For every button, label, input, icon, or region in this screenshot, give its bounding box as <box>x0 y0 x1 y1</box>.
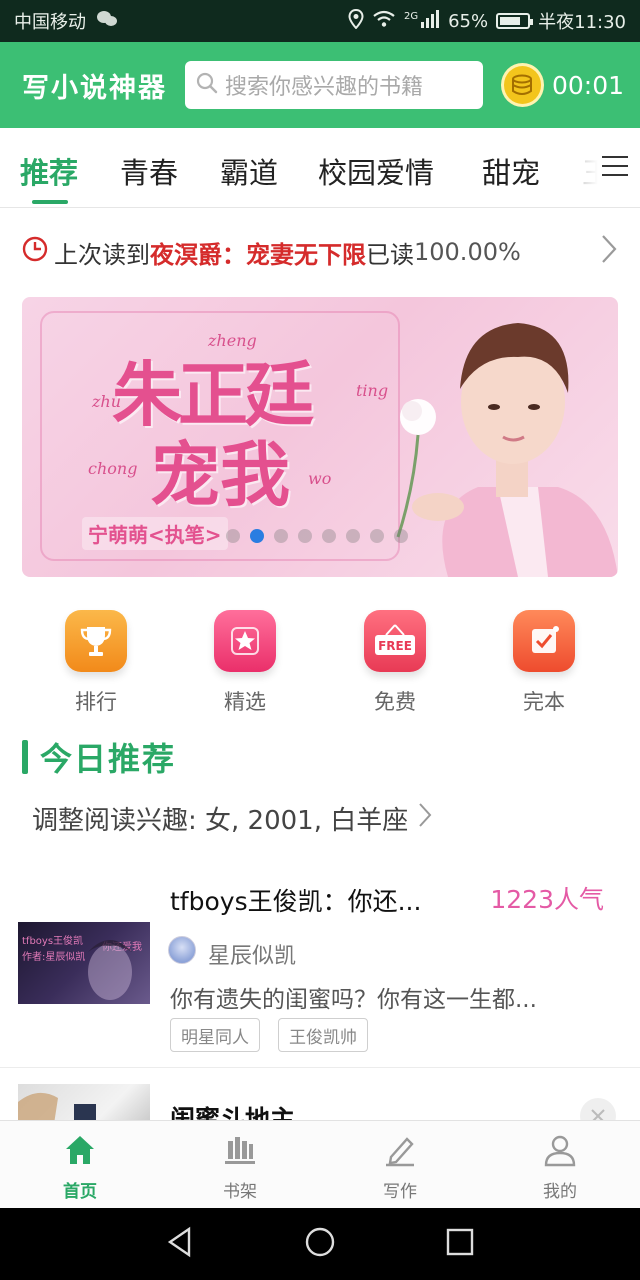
banner-title-line2: 宠我 <box>150 433 290 516</box>
section-title: 今日推荐 <box>22 734 176 780</box>
book-author: 星辰似凯 <box>208 944 297 969</box>
coin-timer-icon[interactable] <box>500 63 544 107</box>
carrier-label: 中国移动 <box>14 12 86 33</box>
quick-entry-label: 排行 <box>75 690 117 714</box>
wechat-icon <box>96 10 118 33</box>
banner-pinyin: chong <box>88 459 138 478</box>
user-icon <box>543 1133 577 1171</box>
reading-timer: 00:01 <box>551 70 624 100</box>
chevron-right-icon <box>600 233 618 271</box>
last-read-percent: 100.00% <box>414 238 521 266</box>
app-title: 写小说神器 <box>22 72 167 104</box>
search-input[interactable]: 搜索你感兴趣的书籍 <box>185 61 483 109</box>
quick-entry-label: 完本 <box>523 690 565 714</box>
promo-banner[interactable]: 朱正廷 宠我 zhu zheng ting chong wo 宁萌萌<执笔> <box>22 297 618 577</box>
home-icon <box>63 1133 97 1171</box>
pagination-dot[interactable] <box>322 529 336 543</box>
last-read-prefix: 上次读到 <box>54 240 150 269</box>
book-description: 你有遗失的闺蜜吗？你有这一生都... <box>170 987 537 1013</box>
nav-label: 书架 <box>223 1182 257 1202</box>
chevron-right-icon <box>418 802 432 835</box>
pagination-dot[interactable] <box>226 529 240 543</box>
book-list-item[interactable]: tfboys王俊凯 作者:星辰似凯 你还爱我 tfboys王俊凯：你还... 1… <box>0 868 640 1068</box>
quick-entry-label: 免费 <box>374 690 416 714</box>
adjust-interest-link[interactable]: 调整阅读兴趣: 女, 2001, 白羊座 <box>32 800 432 837</box>
free-sign-icon: FREE <box>364 610 426 672</box>
search-placeholder: 搜索你感兴趣的书籍 <box>225 75 424 100</box>
last-read-bar[interactable]: 上次读到 夜溟爵：宠妻无下限 已读 100.00% <box>0 222 640 282</box>
banner-pagination <box>226 529 408 543</box>
signal-icon <box>420 9 440 33</box>
book-tag[interactable]: 明星同人 <box>170 1018 260 1052</box>
interest-text: 调整阅读兴趣: 女, 2001, 白羊座 <box>32 806 409 836</box>
pencil-icon <box>383 1133 417 1171</box>
pagination-dot[interactable] <box>298 529 312 543</box>
author-avatar <box>168 936 196 964</box>
battery-icon <box>496 13 534 29</box>
nav-profile[interactable]: 我的 <box>480 1121 640 1208</box>
nav-bookshelf[interactable]: 书架 <box>160 1121 320 1208</box>
location-icon <box>348 8 364 34</box>
last-read-suffix: 已读 <box>366 240 414 269</box>
book-title: tfboys王俊凯：你还... <box>170 887 422 916</box>
status-bar: 中国移动 2G 65% 半夜11:30 <box>0 0 640 42</box>
check-note-icon <box>513 610 575 672</box>
menu-icon <box>600 154 630 182</box>
book-list-item[interactable]: 闺蜜斗地主 <box>0 1070 640 1124</box>
system-nav-bar <box>0 1208 640 1280</box>
tab-recommend[interactable]: 推荐 <box>20 150 78 192</box>
battery-percent: 65% <box>448 10 489 32</box>
section-accent-bar <box>22 740 28 774</box>
clock: 半夜11:30 <box>538 12 626 33</box>
nav-label: 我的 <box>543 1182 577 1202</box>
pagination-dot[interactable] <box>250 529 264 543</box>
back-icon[interactable] <box>165 1226 195 1262</box>
nav-home[interactable]: 首页 <box>0 1121 160 1208</box>
book-popularity: 1223人气 <box>490 885 604 914</box>
nav-label: 首页 <box>63 1182 97 1202</box>
tab-campus-romance[interactable]: 校园爱情 <box>318 150 434 192</box>
tab-menu-button[interactable] <box>570 128 640 207</box>
quick-entry-label: 精选 <box>224 690 266 714</box>
category-tabs: 推荐 青春 霸道 校园爱情 甜宠 王 <box>0 128 640 208</box>
tab-youth[interactable]: 青春 <box>120 150 178 192</box>
search-icon <box>195 71 219 99</box>
tab-domineering[interactable]: 霸道 <box>220 150 278 192</box>
last-read-book: 夜溟爵：宠妻无下限 <box>150 240 366 269</box>
book-cover <box>18 1084 150 1124</box>
pagination-dot[interactable] <box>394 529 408 543</box>
app-header: 写小说神器 搜索你感兴趣的书籍 00:01 <box>0 42 640 128</box>
quick-entry-ranking[interactable]: 排行 <box>36 610 156 716</box>
nav-label: 写作 <box>383 1182 417 1202</box>
pagination-dot[interactable] <box>274 529 288 543</box>
trophy-icon <box>65 610 127 672</box>
bottom-navigation: 首页 书架 写作 我的 <box>0 1120 640 1208</box>
pagination-dot[interactable] <box>370 529 384 543</box>
bookshelf-icon <box>223 1133 257 1171</box>
wifi-icon <box>372 10 396 33</box>
banner-author: 宁萌萌<执笔> <box>82 517 228 550</box>
banner-pinyin: wo <box>308 469 332 488</box>
home-circle-icon[interactable] <box>304 1226 336 1262</box>
book-cover: tfboys王俊凯 作者:星辰似凯 你还爱我 <box>18 922 150 1004</box>
recents-icon[interactable] <box>445 1227 475 1261</box>
clock-icon <box>22 236 48 268</box>
network-type-label: 2G <box>403 10 419 22</box>
quick-entry-free[interactable]: FREE 免费 <box>335 610 455 716</box>
star-icon <box>214 610 276 672</box>
active-tab-indicator <box>32 200 68 204</box>
book-tag[interactable]: 王俊凯帅 <box>278 1018 368 1052</box>
banner-pinyin: zheng <box>208 331 257 350</box>
pagination-dot[interactable] <box>346 529 360 543</box>
tab-sweet[interactable]: 甜宠 <box>482 150 540 192</box>
free-sign-text: FREE <box>378 639 412 653</box>
nav-write[interactable]: 写作 <box>320 1121 480 1208</box>
quick-entry-completed[interactable]: 完本 <box>484 610 604 716</box>
banner-pinyin: zhu <box>92 392 122 411</box>
quick-entries: 排行 精选 FREE 免费 完本 <box>0 610 640 720</box>
section-title-text: 今日推荐 <box>40 740 177 778</box>
quick-entry-featured[interactable]: 精选 <box>185 610 305 716</box>
